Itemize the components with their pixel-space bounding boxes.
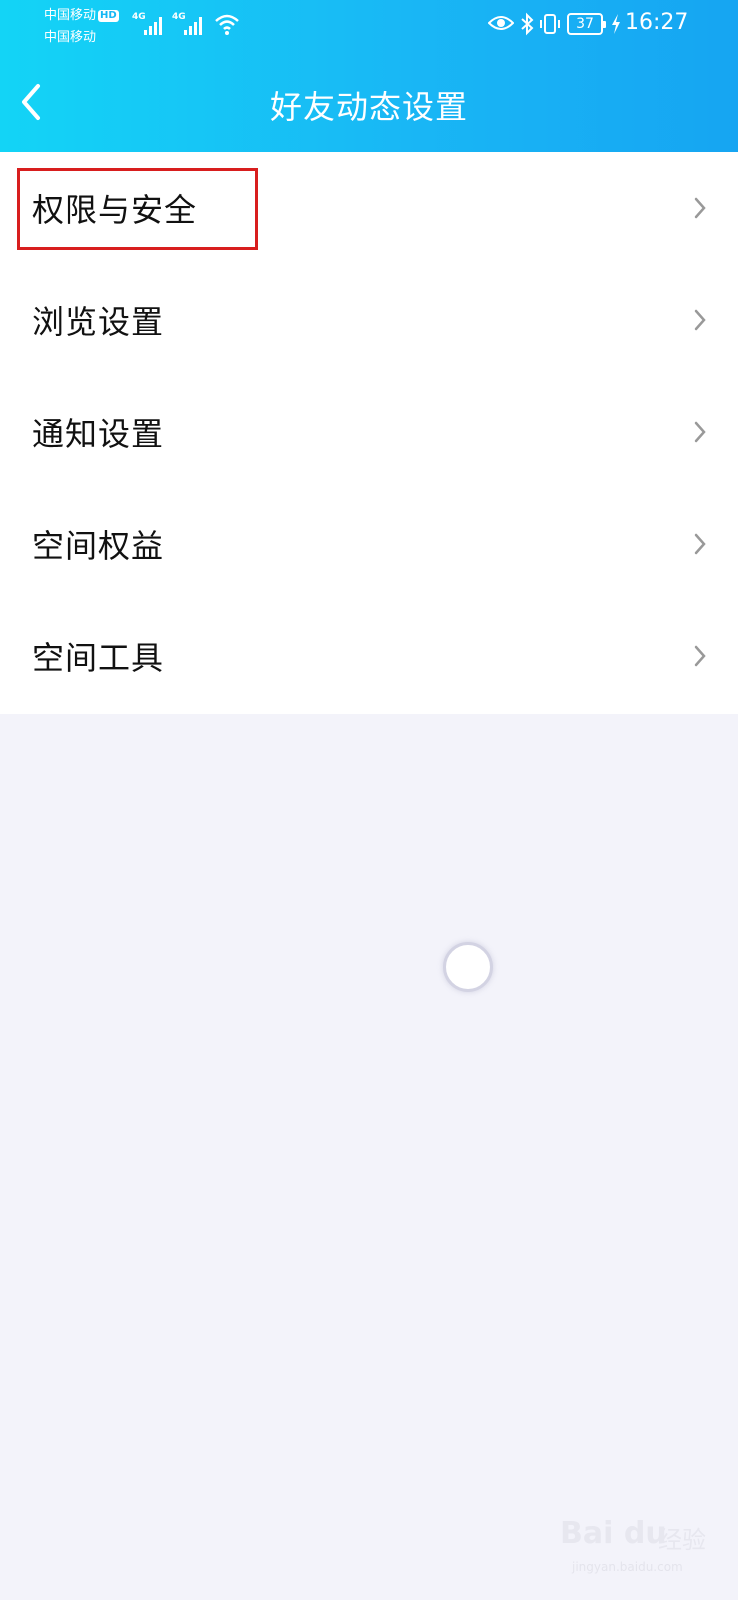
chevron-right-icon bbox=[694, 533, 706, 555]
chevron-right-icon bbox=[694, 309, 706, 331]
carrier-1: 中国移动 HD bbox=[44, 8, 119, 24]
watermark-url: jingyan.baidu.com bbox=[572, 1560, 683, 1574]
menu-item-label: 通知设置 bbox=[32, 415, 165, 453]
menu-item-label: 空间工具 bbox=[32, 639, 165, 677]
page-title: 好友动态设置 bbox=[269, 88, 468, 126]
app-header: 中国移动 HD 中国移动 4G 4G 37 16:27 好友动态设置 bbox=[0, 0, 738, 152]
signal-2-icon bbox=[184, 17, 202, 35]
carrier-1-label: 中国移动 bbox=[44, 8, 97, 23]
battery-indicator: 37 bbox=[567, 13, 606, 35]
eye-icon bbox=[488, 16, 514, 30]
chevron-right-icon bbox=[694, 197, 706, 219]
watermark: Bai du 经验 jingyan.baidu.com bbox=[560, 1516, 730, 1586]
watermark-logo: Bai du bbox=[560, 1516, 667, 1551]
chevron-right-icon bbox=[694, 421, 706, 443]
menu-item-label: 浏览设置 bbox=[32, 303, 165, 341]
menu-item-notifications[interactable]: 通知设置 bbox=[0, 376, 738, 488]
vibrate-icon bbox=[540, 14, 560, 34]
watermark-text: 经验 bbox=[658, 1526, 706, 1554]
loading-spinner-icon bbox=[443, 942, 493, 992]
signal-1-icon bbox=[144, 17, 162, 35]
carrier-2-label: 中国移动 bbox=[44, 30, 97, 45]
menu-item-tools[interactable]: 空间工具 bbox=[0, 600, 738, 712]
charging-icon bbox=[612, 14, 620, 34]
hd-badge: HD bbox=[98, 10, 119, 22]
highlight-annotation bbox=[17, 168, 258, 250]
bluetooth-icon bbox=[521, 12, 534, 36]
menu-item-benefits[interactable]: 空间权益 bbox=[0, 488, 738, 600]
menu-item-label: 空间权益 bbox=[32, 527, 165, 565]
nav-bar: 好友动态设置 bbox=[0, 56, 738, 152]
chevron-right-icon bbox=[694, 645, 706, 667]
status-bar: 中国移动 HD 中国移动 4G 4G 37 16:27 bbox=[0, 0, 738, 56]
wifi-icon bbox=[215, 14, 239, 35]
menu-item-browse[interactable]: 浏览设置 bbox=[0, 264, 738, 376]
clock: 16:27 bbox=[625, 10, 689, 35]
